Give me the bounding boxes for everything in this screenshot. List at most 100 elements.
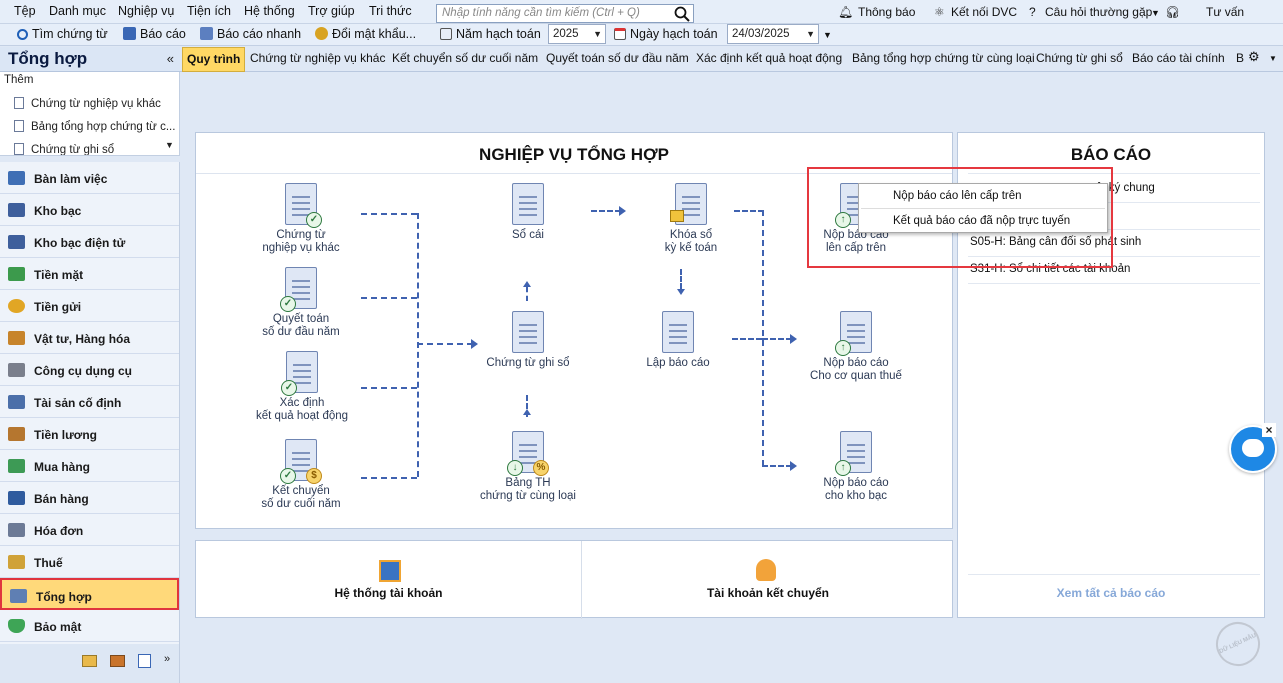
upload-doc-icon: ↑ [835, 431, 872, 476]
node-other-vouchers[interactable]: ✓ Chứng từ nghiệp vụ khác [246, 183, 356, 255]
nav-inventory[interactable]: Vật tư, Hàng hóa [0, 322, 179, 354]
gear-icon[interactable]: ⚙ [1248, 49, 1260, 65]
nav-invoice[interactable]: Hóa đơn [0, 514, 179, 546]
nav-purchase[interactable]: Mua hàng [0, 450, 179, 482]
node-submit-tax[interactable]: ↑ Nộp báo cáo Cho cơ quan thuế [796, 311, 916, 383]
node-opening-balance[interactable]: ✓ Quyết toán số dư đầu năm [246, 267, 356, 339]
expand-more-icon[interactable]: » [164, 653, 170, 665]
menu-file[interactable]: Tệp [14, 4, 36, 18]
shortcut-item[interactable]: Chứng từ ghi sổ [14, 143, 114, 155]
nav-salary[interactable]: Tiền lương [0, 418, 179, 450]
tab-dropdown-icon[interactable]: ▼ [1269, 54, 1277, 63]
close-icon[interactable]: × [1262, 423, 1276, 437]
nav-cash[interactable]: Tiền mặt [0, 258, 179, 290]
menu-knowledge[interactable]: Tri thức [369, 4, 412, 18]
toolbar-overflow-icon[interactable]: ▼ [823, 30, 832, 40]
nav-desk[interactable]: Bàn làm việc [0, 162, 179, 194]
tab-operating-result[interactable]: Xác định kết quả hoạt động [696, 51, 842, 65]
process-title: NGHIỆP VỤ TỔNG HỢP [479, 145, 669, 164]
nav-label: Tổng hợp [36, 590, 92, 604]
collapse-icon[interactable]: « [167, 51, 174, 66]
faq-link[interactable]: Câu hỏi thường gặp [1045, 5, 1152, 19]
chart-of-accounts-link[interactable]: Hệ thống tài khoản [196, 541, 582, 619]
transfer-accounts-link[interactable]: Tài khoản kết chuyển [582, 541, 954, 619]
divider [968, 574, 1260, 575]
nav-label: Kho bạc [34, 204, 82, 218]
posting-date-field[interactable]: 24/03/2025 ▼ [727, 24, 819, 44]
quick-report-button[interactable]: Báo cáo nhanh [200, 27, 301, 41]
menu-system[interactable]: Hệ thống [244, 4, 295, 18]
connect-dvc-link[interactable]: Kết nối DVC [951, 5, 1017, 19]
shortcut-item[interactable]: Bảng tổng hợp chứng từ c... [14, 120, 175, 133]
notify-link[interactable]: Thông báo [858, 5, 915, 19]
shortcut-label: Bảng tổng hợp chứng từ c... [31, 121, 176, 133]
search-placeholder: Nhập tính năng cần tìm kiếm (Ctrl + Q) [442, 7, 640, 19]
transfer-label: Tài khoản kết chuyển [706, 586, 830, 600]
nav-tools[interactable]: Công cụ dụng cụ [0, 354, 179, 386]
tab-other-vouchers[interactable]: Chứng từ nghiệp vụ khác [250, 51, 385, 65]
salary-icon [8, 427, 25, 441]
node-operating-result[interactable]: ✓ Xác định kết quả hoạt động [242, 351, 362, 423]
node-label: cho kho bạc [824, 490, 887, 502]
calendar-icon [440, 28, 452, 40]
menu-catalog[interactable]: Danh mục [49, 4, 106, 18]
tab-process[interactable]: Quy trình [182, 47, 246, 72]
nav-e-treasury[interactable]: Kho bạc điện tử [0, 226, 179, 258]
report-button[interactable]: Báo cáo [123, 27, 186, 41]
shortcut-item[interactable]: Chứng từ nghiệp vụ khác [14, 97, 161, 110]
node-label: Kết chuyển [272, 485, 330, 497]
search-icon[interactable] [674, 6, 690, 22]
see-all-reports-link[interactable]: Xem tất cả báo cáo [958, 586, 1264, 600]
support-link[interactable]: Tư vấn [1206, 5, 1244, 19]
change-password-button[interactable]: Đổi mật khẩu... [315, 27, 416, 41]
node-submit-treasury[interactable]: ↑ Nộp báo cáo cho kho bạc [796, 431, 916, 503]
sales-icon [8, 491, 25, 505]
toolbar: Tìm chứng từ Báo cáo Báo cáo nhanh Đổi m… [0, 24, 1283, 46]
node-ledger-vouchers[interactable]: Chứng từ ghi sổ [478, 311, 578, 370]
fiscal-year-select[interactable]: 2025 ▼ [548, 24, 606, 44]
tab-financial-report[interactable]: Báo cáo tài chính [1132, 51, 1225, 65]
nav-label: Tiền mặt [34, 268, 84, 282]
briefcase-icon[interactable] [110, 655, 125, 667]
nav-treasury[interactable]: Kho bạc [0, 194, 179, 226]
node-ledger[interactable]: Sổ cái [478, 183, 578, 242]
posting-date-text: Ngày hạch toán [630, 27, 718, 41]
document-icon [14, 143, 24, 155]
key-icon [315, 27, 328, 40]
node-label: Sổ cái [512, 229, 544, 241]
faq-dropdown-icon[interactable]: ▼ [1151, 8, 1160, 18]
nav-sales[interactable]: Bán hàng [0, 482, 179, 514]
shield-icon [8, 619, 25, 633]
tab-ledger-vouchers[interactable]: Chứng từ ghi sổ [1036, 51, 1123, 65]
node-label: Xác định [279, 397, 325, 409]
report-doc-icon [662, 311, 694, 353]
treasury-icon [8, 203, 25, 217]
tab-more[interactable]: B [1236, 51, 1244, 65]
more-label: Thêm [4, 74, 34, 86]
find-voucher-button[interactable]: Tìm chứng từ [17, 27, 108, 41]
bell-icon[interactable]: 🔔︎ [838, 5, 853, 19]
node-create-report[interactable]: Lập báo cáo [628, 311, 728, 370]
nav-label: Tiền gửi [34, 300, 82, 314]
nav-security[interactable]: Bảo mật [0, 610, 179, 642]
tab-year-end-transfer[interactable]: Kết chuyển số dư cuối năm [392, 51, 538, 65]
node-label: Nộp báo cáo [823, 477, 889, 489]
search-input[interactable]: Nhập tính năng cần tìm kiếm (Ctrl + Q) [436, 4, 694, 23]
upload-doc-icon: ↑ [835, 311, 872, 356]
nav-general[interactable]: Tổng hợp [0, 578, 179, 610]
menu-business[interactable]: Nghiệp vụ [118, 4, 174, 18]
nav-tax[interactable]: Thuế [0, 546, 179, 578]
node-year-end-transfer[interactable]: ✓ $ Kết chuyển số dư cuối năm [246, 439, 356, 511]
tab-summary-vouchers[interactable]: Bảng tổng hợp chứng từ cùng loại [852, 51, 1035, 65]
nav-fixed-assets[interactable]: Tài sản cố định [0, 386, 179, 418]
node-lock-period[interactable]: Khóa sổ kỳ kế toán [636, 183, 746, 255]
menu-help[interactable]: Trợ giúp [308, 4, 355, 18]
folder-icon[interactable] [82, 655, 97, 667]
connector [762, 338, 792, 340]
scroll-down-icon[interactable]: ▼ [165, 140, 174, 150]
node-summary-vouchers[interactable]: ↓% Bảng TH chứng từ cùng loại [468, 431, 588, 503]
tab-opening-balance[interactable]: Quyết toán số dư đầu năm [546, 51, 689, 65]
menu-utilities[interactable]: Tiện ích [187, 4, 231, 18]
edit-doc-icon[interactable] [138, 654, 151, 668]
nav-deposit[interactable]: Tiền gửi [0, 290, 179, 322]
